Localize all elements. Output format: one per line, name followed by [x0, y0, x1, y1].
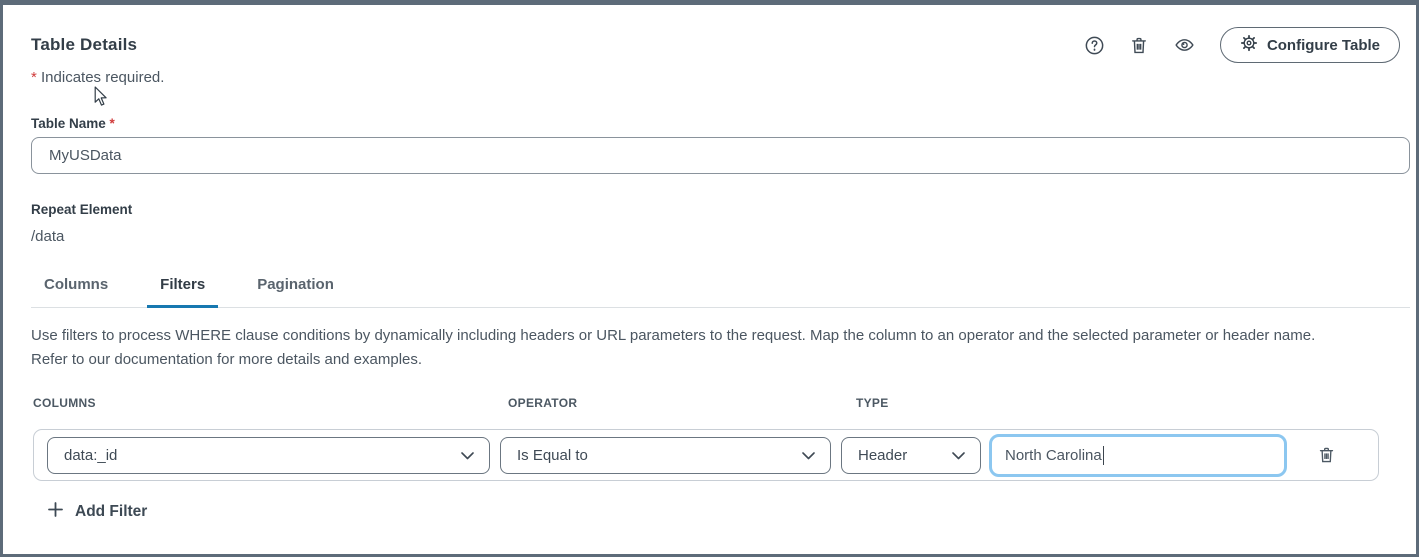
required-asterisk: * — [31, 69, 37, 86]
delete-table-button[interactable] — [1129, 35, 1149, 56]
add-filter-button[interactable]: Add Filter — [48, 502, 147, 522]
trash-icon — [1129, 35, 1149, 56]
filter-column-headers: COLUMNS OPERATOR TYPE — [31, 396, 1404, 410]
filters-description-line2: Refer to our documentation for more deta… — [31, 348, 1416, 372]
tab-bar: Columns Filters Pagination — [31, 276, 1410, 308]
help-button[interactable] — [1084, 35, 1105, 56]
filter-column-value: data:_id — [64, 447, 117, 464]
eye-icon — [1173, 35, 1196, 55]
filter-row: data:_id Is Equal to Header North Caroli… — [33, 429, 1379, 481]
add-filter-label: Add Filter — [75, 503, 147, 521]
filter-type-value: Header — [858, 447, 907, 464]
text-caret — [1103, 446, 1105, 465]
required-note: * Indicates required. — [31, 69, 1404, 86]
tab-columns[interactable]: Columns — [31, 276, 121, 308]
preview-button[interactable] — [1173, 35, 1196, 55]
filters-description-line1: Use filters to process WHERE clause cond… — [31, 324, 1416, 348]
required-note-text: Indicates required. — [41, 69, 164, 86]
filters-description: Use filters to process WHERE clause cond… — [31, 324, 1416, 372]
filter-value-input[interactable]: North Carolina — [989, 434, 1287, 477]
columns-header: COLUMNS — [33, 396, 96, 410]
gear-icon — [1240, 34, 1258, 56]
filter-type-select[interactable]: Header — [841, 437, 981, 474]
table-details-panel: Table Details — [0, 0, 1419, 557]
chevron-down-icon — [461, 447, 474, 464]
trash-icon — [1317, 445, 1336, 465]
filter-column-select[interactable]: data:_id — [47, 437, 490, 474]
tab-pagination[interactable]: Pagination — [244, 276, 347, 308]
table-name-required-asterisk: * — [110, 116, 115, 131]
type-header: TYPE — [856, 396, 889, 410]
question-circle-icon — [1084, 35, 1105, 56]
chevron-down-icon — [952, 447, 965, 464]
filter-operator-value: Is Equal to — [517, 447, 588, 464]
delete-filter-button[interactable] — [1317, 445, 1336, 465]
table-name-input[interactable] — [31, 137, 1410, 174]
repeat-element-value: /data — [31, 228, 1404, 245]
table-name-label-text: Table Name — [31, 116, 106, 131]
filter-operator-select[interactable]: Is Equal to — [500, 437, 831, 474]
filter-value-text: North Carolina — [1005, 447, 1102, 464]
header-actions: Configure Table — [1084, 27, 1400, 63]
page-title: Table Details — [31, 35, 137, 55]
repeat-element-label: Repeat Element — [31, 202, 1404, 217]
configure-table-label: Configure Table — [1267, 37, 1380, 54]
chevron-down-icon — [802, 447, 815, 464]
operator-header: OPERATOR — [508, 396, 577, 410]
header: Table Details — [31, 27, 1404, 63]
table-name-label: Table Name * — [31, 116, 1404, 131]
plus-icon — [48, 502, 63, 522]
tab-filters[interactable]: Filters — [147, 276, 218, 308]
configure-table-button[interactable]: Configure Table — [1220, 27, 1400, 63]
